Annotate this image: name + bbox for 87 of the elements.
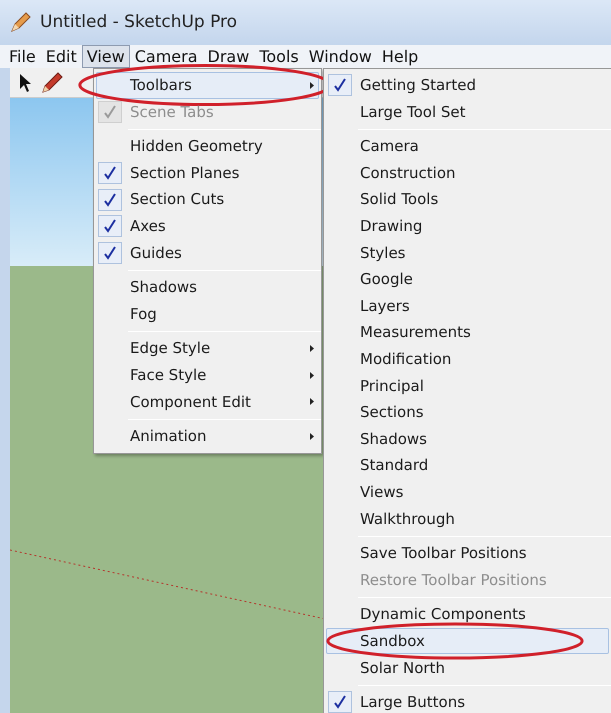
menu-item-label: Fog bbox=[130, 304, 157, 325]
menu-item[interactable]: View bbox=[82, 45, 130, 68]
menu-item-label: Component Edit bbox=[130, 392, 251, 413]
menu-item[interactable]: Large Tool Set bbox=[326, 98, 609, 126]
menu-item-label: Principal bbox=[360, 376, 424, 397]
menu-item-label: Guides bbox=[130, 242, 182, 264]
menu-item-label: Sections bbox=[360, 402, 424, 424]
menu-item-label: Hidden Geometry bbox=[130, 136, 263, 158]
menu-item[interactable]: Solid Tools bbox=[326, 186, 609, 213]
menu-item-label: Scene Tabs bbox=[130, 102, 214, 123]
menu-item-label: Styles bbox=[360, 242, 406, 264]
menu-item-label: Drawing bbox=[360, 216, 422, 238]
menu-item-label: Large Tool Set bbox=[360, 102, 466, 123]
menu-item-label: Animation bbox=[130, 426, 206, 448]
menu-item[interactable]: Standard bbox=[326, 452, 609, 479]
menu-item-label: Sandbox bbox=[360, 630, 425, 652]
menu-item[interactable]: Section Cuts bbox=[96, 186, 319, 213]
menu-item-label: Standard bbox=[360, 455, 428, 476]
menu-item-label: Camera bbox=[360, 136, 419, 158]
menu-item[interactable]: Modification bbox=[326, 346, 609, 373]
menu-item-label: Layers bbox=[360, 296, 410, 317]
menu-item[interactable]: Window bbox=[304, 45, 377, 68]
menu-item[interactable]: Getting Started bbox=[326, 72, 609, 99]
menu-item[interactable]: Solar North bbox=[326, 654, 609, 682]
menu-item[interactable]: Draw bbox=[202, 45, 254, 68]
menu-item[interactable]: Animation bbox=[96, 423, 319, 450]
menu-item-label: Modification bbox=[360, 348, 452, 370]
menu-item-label: Section Cuts bbox=[130, 189, 224, 210]
menu-item-label: Getting Started bbox=[360, 75, 476, 96]
menu-item[interactable]: Hidden Geometry bbox=[96, 133, 319, 160]
menu-item-label: Restore Toolbar Positions bbox=[360, 570, 547, 591]
menu-item[interactable]: Tools bbox=[254, 45, 304, 68]
menu-item[interactable]: Walkthrough bbox=[326, 506, 609, 532]
menu-item-label: Large Buttons bbox=[360, 692, 466, 713]
menu-item-label: Edge Style bbox=[130, 338, 210, 360]
menu-item-label: Construction bbox=[360, 162, 456, 184]
menu-item[interactable]: Save Toolbar Positions bbox=[326, 540, 609, 567]
menu-item[interactable]: Guides bbox=[96, 240, 319, 266]
menu-item-label: Measurements bbox=[360, 322, 471, 344]
menu-item-label: Solid Tools bbox=[360, 189, 438, 210]
menu-item-label: Section Planes bbox=[130, 162, 240, 184]
menu-item-label: Solar North bbox=[360, 658, 445, 679]
submenu-arrow-icon bbox=[310, 432, 314, 440]
menu-item-label: Face Style bbox=[130, 364, 206, 386]
select-arrow-icon[interactable] bbox=[18, 72, 32, 92]
submenu-arrow-icon bbox=[310, 82, 314, 89]
menu-item[interactable]: Google bbox=[326, 266, 609, 293]
menu-item[interactable]: Edit bbox=[40, 45, 82, 68]
menu-item[interactable]: Section Planes bbox=[96, 160, 319, 186]
menu-item-label: Save Toolbar Positions bbox=[360, 543, 527, 564]
menu-item[interactable]: Shadows bbox=[96, 274, 319, 301]
menu-item-label: Toolbars bbox=[130, 75, 192, 96]
menu-item[interactable]: Principal bbox=[326, 372, 609, 400]
menu-item[interactable]: Construction bbox=[326, 160, 609, 186]
menu-item[interactable]: Drawing bbox=[326, 212, 609, 240]
menu-item[interactable]: Face Style bbox=[96, 362, 319, 389]
menu-item-label: Shadows bbox=[360, 428, 428, 450]
menu-item[interactable]: Camera bbox=[326, 133, 609, 160]
menu-item[interactable]: Shadows bbox=[326, 426, 609, 452]
menu-item[interactable]: Component Edit bbox=[96, 388, 319, 416]
pencil-icon bbox=[8, 10, 32, 34]
menu-item-label: Google bbox=[360, 269, 413, 290]
menu-item-label: Axes bbox=[130, 216, 166, 238]
menu-item[interactable]: Dynamic Components bbox=[326, 601, 609, 628]
menu-item[interactable]: Layers bbox=[326, 292, 609, 320]
menu-item-label: Dynamic Components bbox=[360, 604, 526, 626]
menu-item[interactable]: Large Buttons bbox=[326, 689, 609, 713]
menu-item[interactable]: Sections bbox=[326, 399, 609, 426]
menu-item[interactable]: File bbox=[4, 45, 41, 68]
menu-item[interactable]: Measurements bbox=[326, 319, 609, 346]
submenu-arrow-icon bbox=[310, 372, 314, 379]
menu-item[interactable]: Toolbars bbox=[96, 72, 319, 99]
menu-item[interactable]: Help bbox=[376, 45, 424, 68]
menu-item[interactable]: Styles bbox=[326, 240, 609, 266]
window-title: Untitled - SketchUp Pro bbox=[40, 10, 238, 34]
menu-item[interactable]: Camera bbox=[130, 45, 203, 68]
menu-item[interactable]: Fog bbox=[96, 300, 319, 328]
menu-item-label: Walkthrough bbox=[360, 508, 455, 530]
menu-item-label: Shadows bbox=[130, 277, 198, 298]
menu-item[interactable]: Sandbox bbox=[326, 628, 609, 654]
menu-item[interactable]: Views bbox=[326, 478, 609, 506]
pencil-icon[interactable] bbox=[40, 70, 64, 94]
submenu-arrow-icon bbox=[310, 345, 314, 352]
menu-item[interactable]: Axes bbox=[96, 212, 319, 240]
menu-item-label: Views bbox=[360, 482, 404, 503]
menu-item[interactable]: Edge Style bbox=[96, 335, 319, 362]
submenu-arrow-icon bbox=[310, 398, 314, 406]
